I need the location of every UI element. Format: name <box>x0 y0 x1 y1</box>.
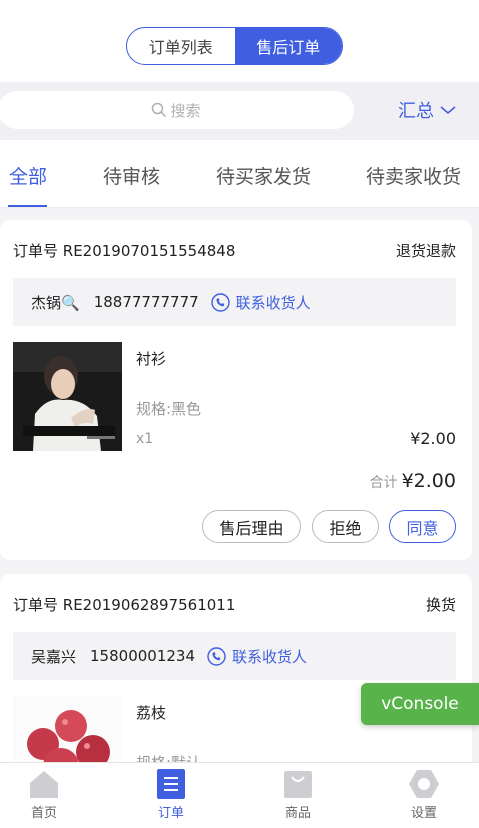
product-name: 衬衫 <box>136 350 167 368</box>
order-type-label: 换货 <box>425 596 456 614</box>
tabbar-home-label: 首页 <box>30 806 57 821</box>
product-image <box>13 342 122 451</box>
buyer-name: 杰锅🔍 <box>31 293 80 312</box>
total-label: 合计 <box>369 475 398 491</box>
order-number: 订单号 RE2019070151554848 <box>13 242 236 260</box>
buyer-info: 杰锅🔍 18877777777 联系收货人 <box>13 278 456 326</box>
product-quantity: x1 <box>136 431 154 447</box>
contact-receiver-link[interactable]: 联系收货人 <box>210 292 311 313</box>
active-tab-indicator <box>8 205 47 207</box>
buyer-name: 吴嘉兴 <box>31 647 77 666</box>
gear-icon <box>409 770 439 798</box>
order-number: 订单号 RE2019062897561011 <box>13 596 236 614</box>
tabbar-orders[interactable]: 订单 <box>141 769 201 821</box>
after-sale-reason-button[interactable]: 售后理由 <box>202 510 301 543</box>
contact-receiver-link[interactable]: 联系收货人 <box>207 646 307 667</box>
home-icon <box>30 771 58 798</box>
product-spec: 规格:黑色 <box>136 400 202 418</box>
search-icon <box>152 102 167 118</box>
order-icon <box>157 769 185 799</box>
tabbar-settings-label: 设置 <box>410 806 437 821</box>
tab-awaiting-buyer-ship[interactable]: 待买家发货 <box>216 162 311 189</box>
chevron-down-icon <box>440 106 456 115</box>
buyer-phone: 15800001234 <box>90 647 195 665</box>
buyer-info: 吴嘉兴 15800001234 联系收货人 <box>13 632 456 680</box>
total-amount: ¥2.00 <box>401 470 456 492</box>
tabbar-products-label: 商品 <box>284 806 311 821</box>
vconsole-button[interactable]: vConsole <box>361 683 479 725</box>
contact-label: 联系收货人 <box>235 293 311 312</box>
tabbar-products[interactable]: 商品 <box>268 769 328 821</box>
approve-button[interactable]: 同意 <box>389 510 456 543</box>
bottom-tabbar: 首页 订单 商品 设置 <box>0 762 479 828</box>
order-type-segment: 订单列表 售后订单 <box>126 27 343 65</box>
product-name: 荔枝 <box>136 704 167 722</box>
contact-label: 联系收货人 <box>232 647 308 666</box>
summary-label: 汇总 <box>398 101 434 122</box>
search-input[interactable]: 搜索 <box>0 91 354 129</box>
reject-button[interactable]: 拒绝 <box>312 510 379 543</box>
order-total: 合计 ¥2.00 <box>370 470 456 492</box>
tabbar-home[interactable]: 首页 <box>14 769 74 821</box>
segment-after-sale[interactable]: 售后订单 <box>234 28 342 64</box>
tabbar-settings[interactable]: 设置 <box>394 769 454 821</box>
top-header: 订单列表 售后订单 <box>0 0 479 82</box>
tab-awaiting-seller-receive[interactable]: 待卖家收货 <box>366 162 461 189</box>
search-placeholder: 搜索 <box>170 101 201 120</box>
order-type-label: 退货退款 <box>395 242 456 260</box>
phone-icon <box>207 646 226 666</box>
tab-pending-review[interactable]: 待审核 <box>103 162 160 189</box>
product-price: ¥2.00 <box>410 429 456 448</box>
bag-icon <box>284 771 312 798</box>
status-tabs: 全部 待审核 待买家发货 待卖家收货 <box>0 140 479 208</box>
buyer-phone: 18877777777 <box>93 293 199 311</box>
phone-icon <box>210 292 230 312</box>
order-card[interactable]: 订单号 RE2019070151554848 退货退款 杰锅🔍 18877777… <box>0 220 472 560</box>
tab-all[interactable]: 全部 <box>9 162 47 189</box>
segment-order-list[interactable]: 订单列表 <box>127 28 235 64</box>
order-card[interactable]: 订单号 RE2019062897561011 换货 吴嘉兴 1580000123… <box>0 574 472 774</box>
tabbar-orders-label: 订单 <box>157 806 184 821</box>
summary-dropdown[interactable]: 汇总 <box>398 97 456 123</box>
